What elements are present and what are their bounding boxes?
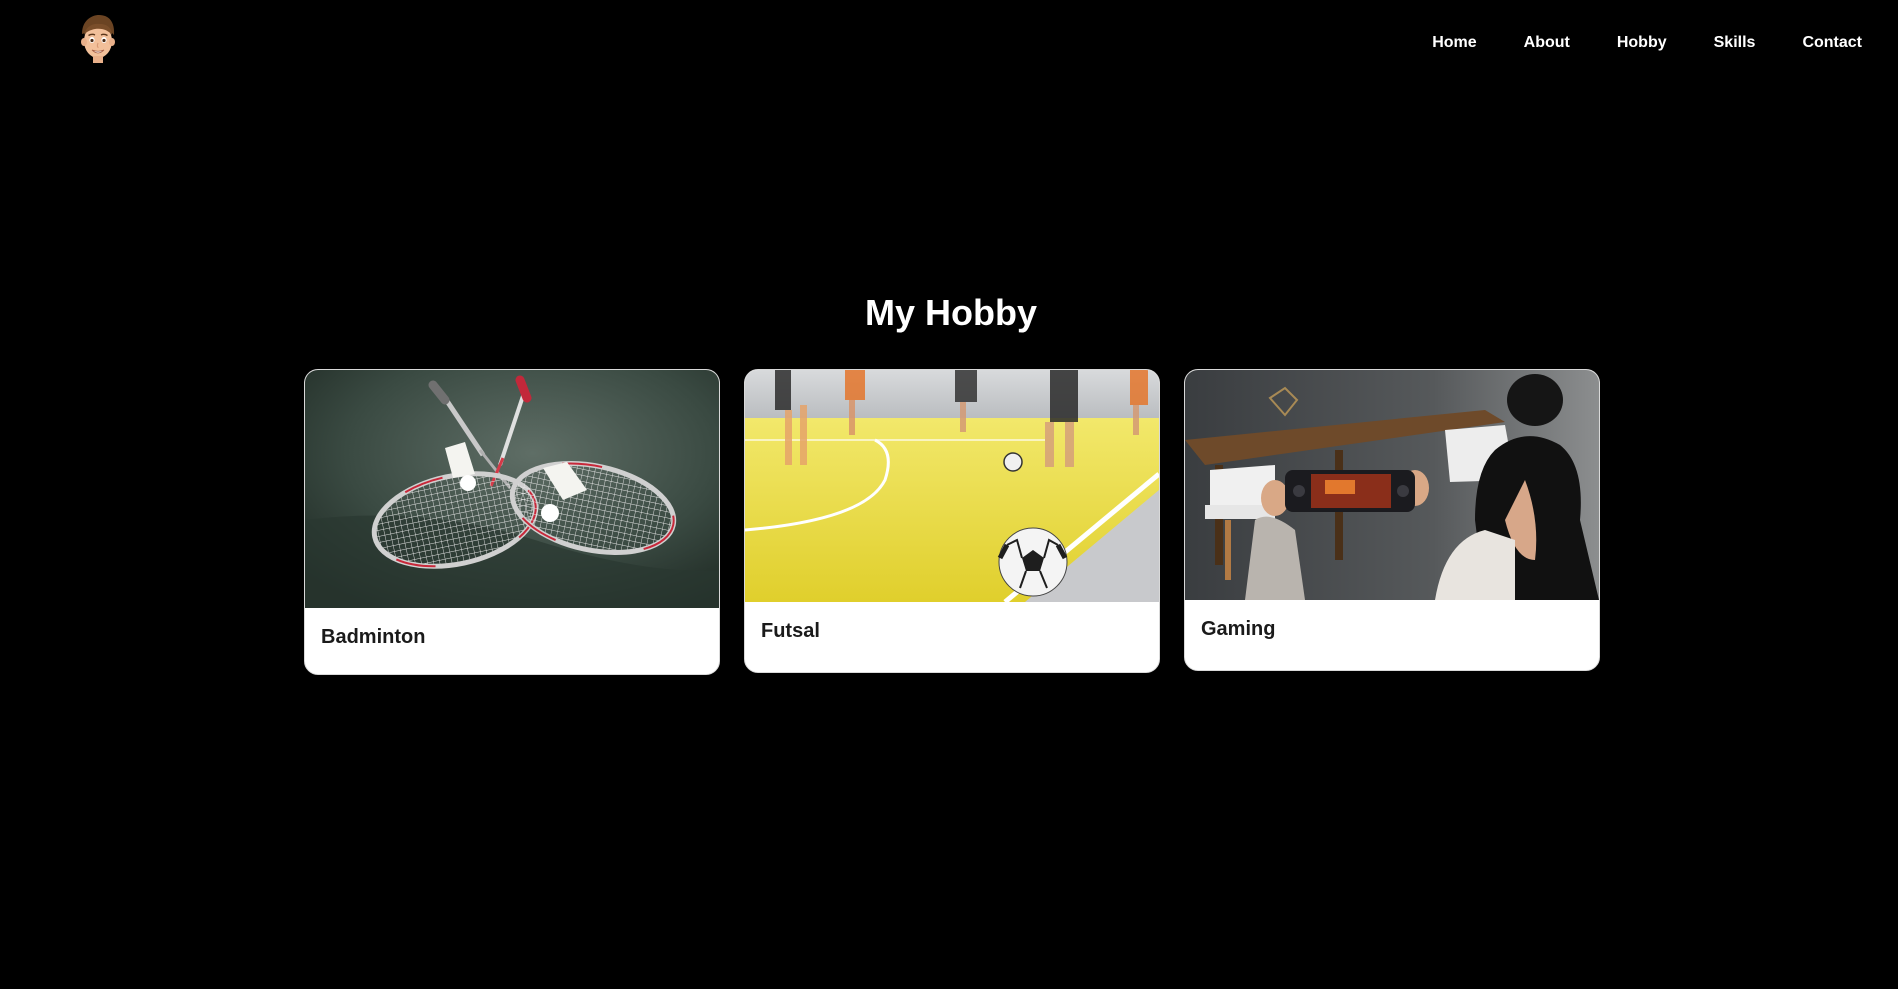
nav-about-link[interactable]: About (1524, 33, 1570, 53)
gaming-photo (1185, 370, 1599, 600)
hobby-section-title: My Hobby (864, 292, 1037, 333)
nav-hobby-link[interactable]: Hobby (1617, 33, 1667, 53)
card-label: Futsal (761, 620, 820, 642)
page: Home About Hobby Skills Contact My Hobby (0, 0, 1898, 989)
hobby-card-gaming[interactable]: Gaming (1184, 369, 1600, 671)
hobby-cards: Badminton Futsal Gaming (304, 369, 1600, 675)
futsal-photo (745, 370, 1159, 602)
main-navigation: Home About Hobby Skills Contact (1432, 33, 1862, 53)
card-label: Gaming (1201, 618, 1276, 640)
nav-contact-link[interactable]: Contact (1802, 33, 1862, 53)
nav-home-link[interactable]: Home (1432, 33, 1476, 53)
avatar-logo-icon[interactable] (78, 14, 118, 64)
badminton-photo (305, 370, 719, 608)
hobby-card-badminton[interactable]: Badminton (304, 369, 720, 675)
hobby-card-futsal[interactable]: Futsal (744, 369, 1160, 673)
card-label: Badminton (321, 626, 426, 648)
nav-skills-link[interactable]: Skills (1714, 33, 1756, 53)
